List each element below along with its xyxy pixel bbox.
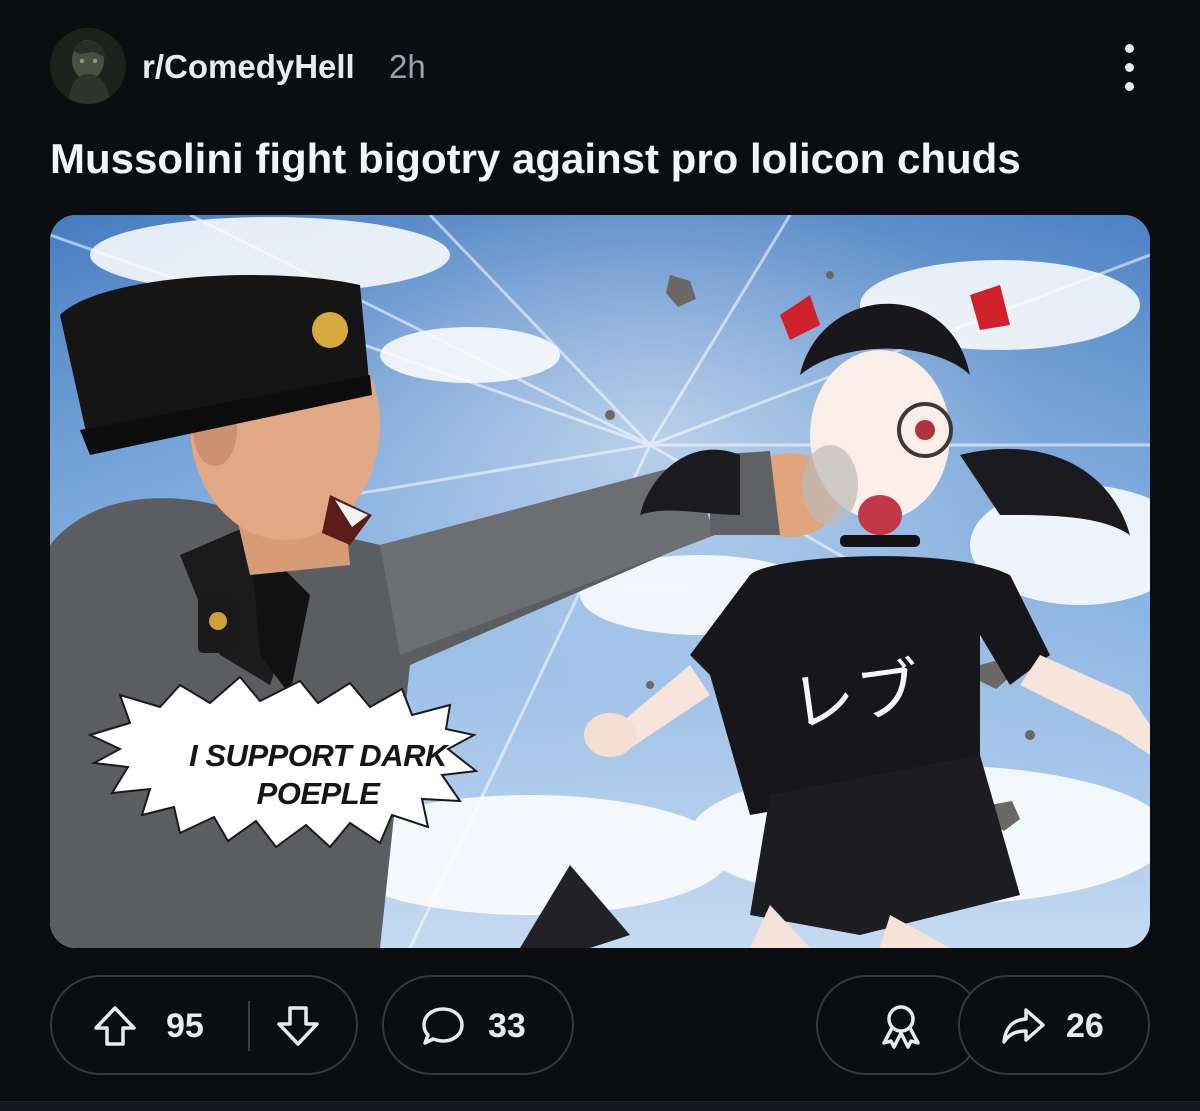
speech-line-1: I SUPPORT DARK — [189, 738, 447, 773]
arrow-up-icon[interactable] — [90, 1001, 140, 1051]
post-title[interactable]: Mussolini fight bigotry against pro loli… — [50, 133, 1160, 185]
post-header: r/ComedyHell 2h — [50, 28, 1150, 112]
post-image[interactable]: I SUPPORT DARK POEPLE レブ — [50, 215, 1150, 948]
post-actions: 95 33 26 — [50, 975, 1150, 1077]
comments-button[interactable]: 33 — [382, 975, 574, 1075]
vote-pill: 95 — [50, 975, 358, 1075]
arrow-down-icon[interactable] — [273, 1001, 323, 1051]
vote-score: 95 — [166, 1007, 204, 1045]
more-vertical-icon[interactable] — [1116, 42, 1144, 94]
reddit-post: r/ComedyHell 2h Mussolini fight bigotry … — [0, 0, 1200, 1111]
anime-illustration — [50, 215, 1150, 948]
subreddit-name[interactable]: r/ComedyHell — [142, 48, 355, 86]
shirt-text: レブ — [786, 651, 928, 743]
bottom-divider — [0, 1101, 1200, 1111]
subreddit-avatar[interactable] — [50, 28, 126, 104]
share-count: 26 — [1066, 1007, 1104, 1045]
comment-count: 33 — [488, 1007, 526, 1045]
comment-bubble-icon — [418, 1001, 468, 1051]
speech-bubble-text: I SUPPORT DARK POEPLE — [158, 737, 478, 813]
award-ribbon-icon — [874, 999, 928, 1053]
post-time: 2h — [389, 48, 426, 85]
speech-line-2: POEPLE — [256, 776, 380, 811]
share-arrow-icon — [998, 1001, 1048, 1051]
share-button[interactable]: 26 — [958, 975, 1150, 1075]
vote-divider — [248, 1001, 250, 1051]
user-avatar-icon — [50, 28, 126, 104]
